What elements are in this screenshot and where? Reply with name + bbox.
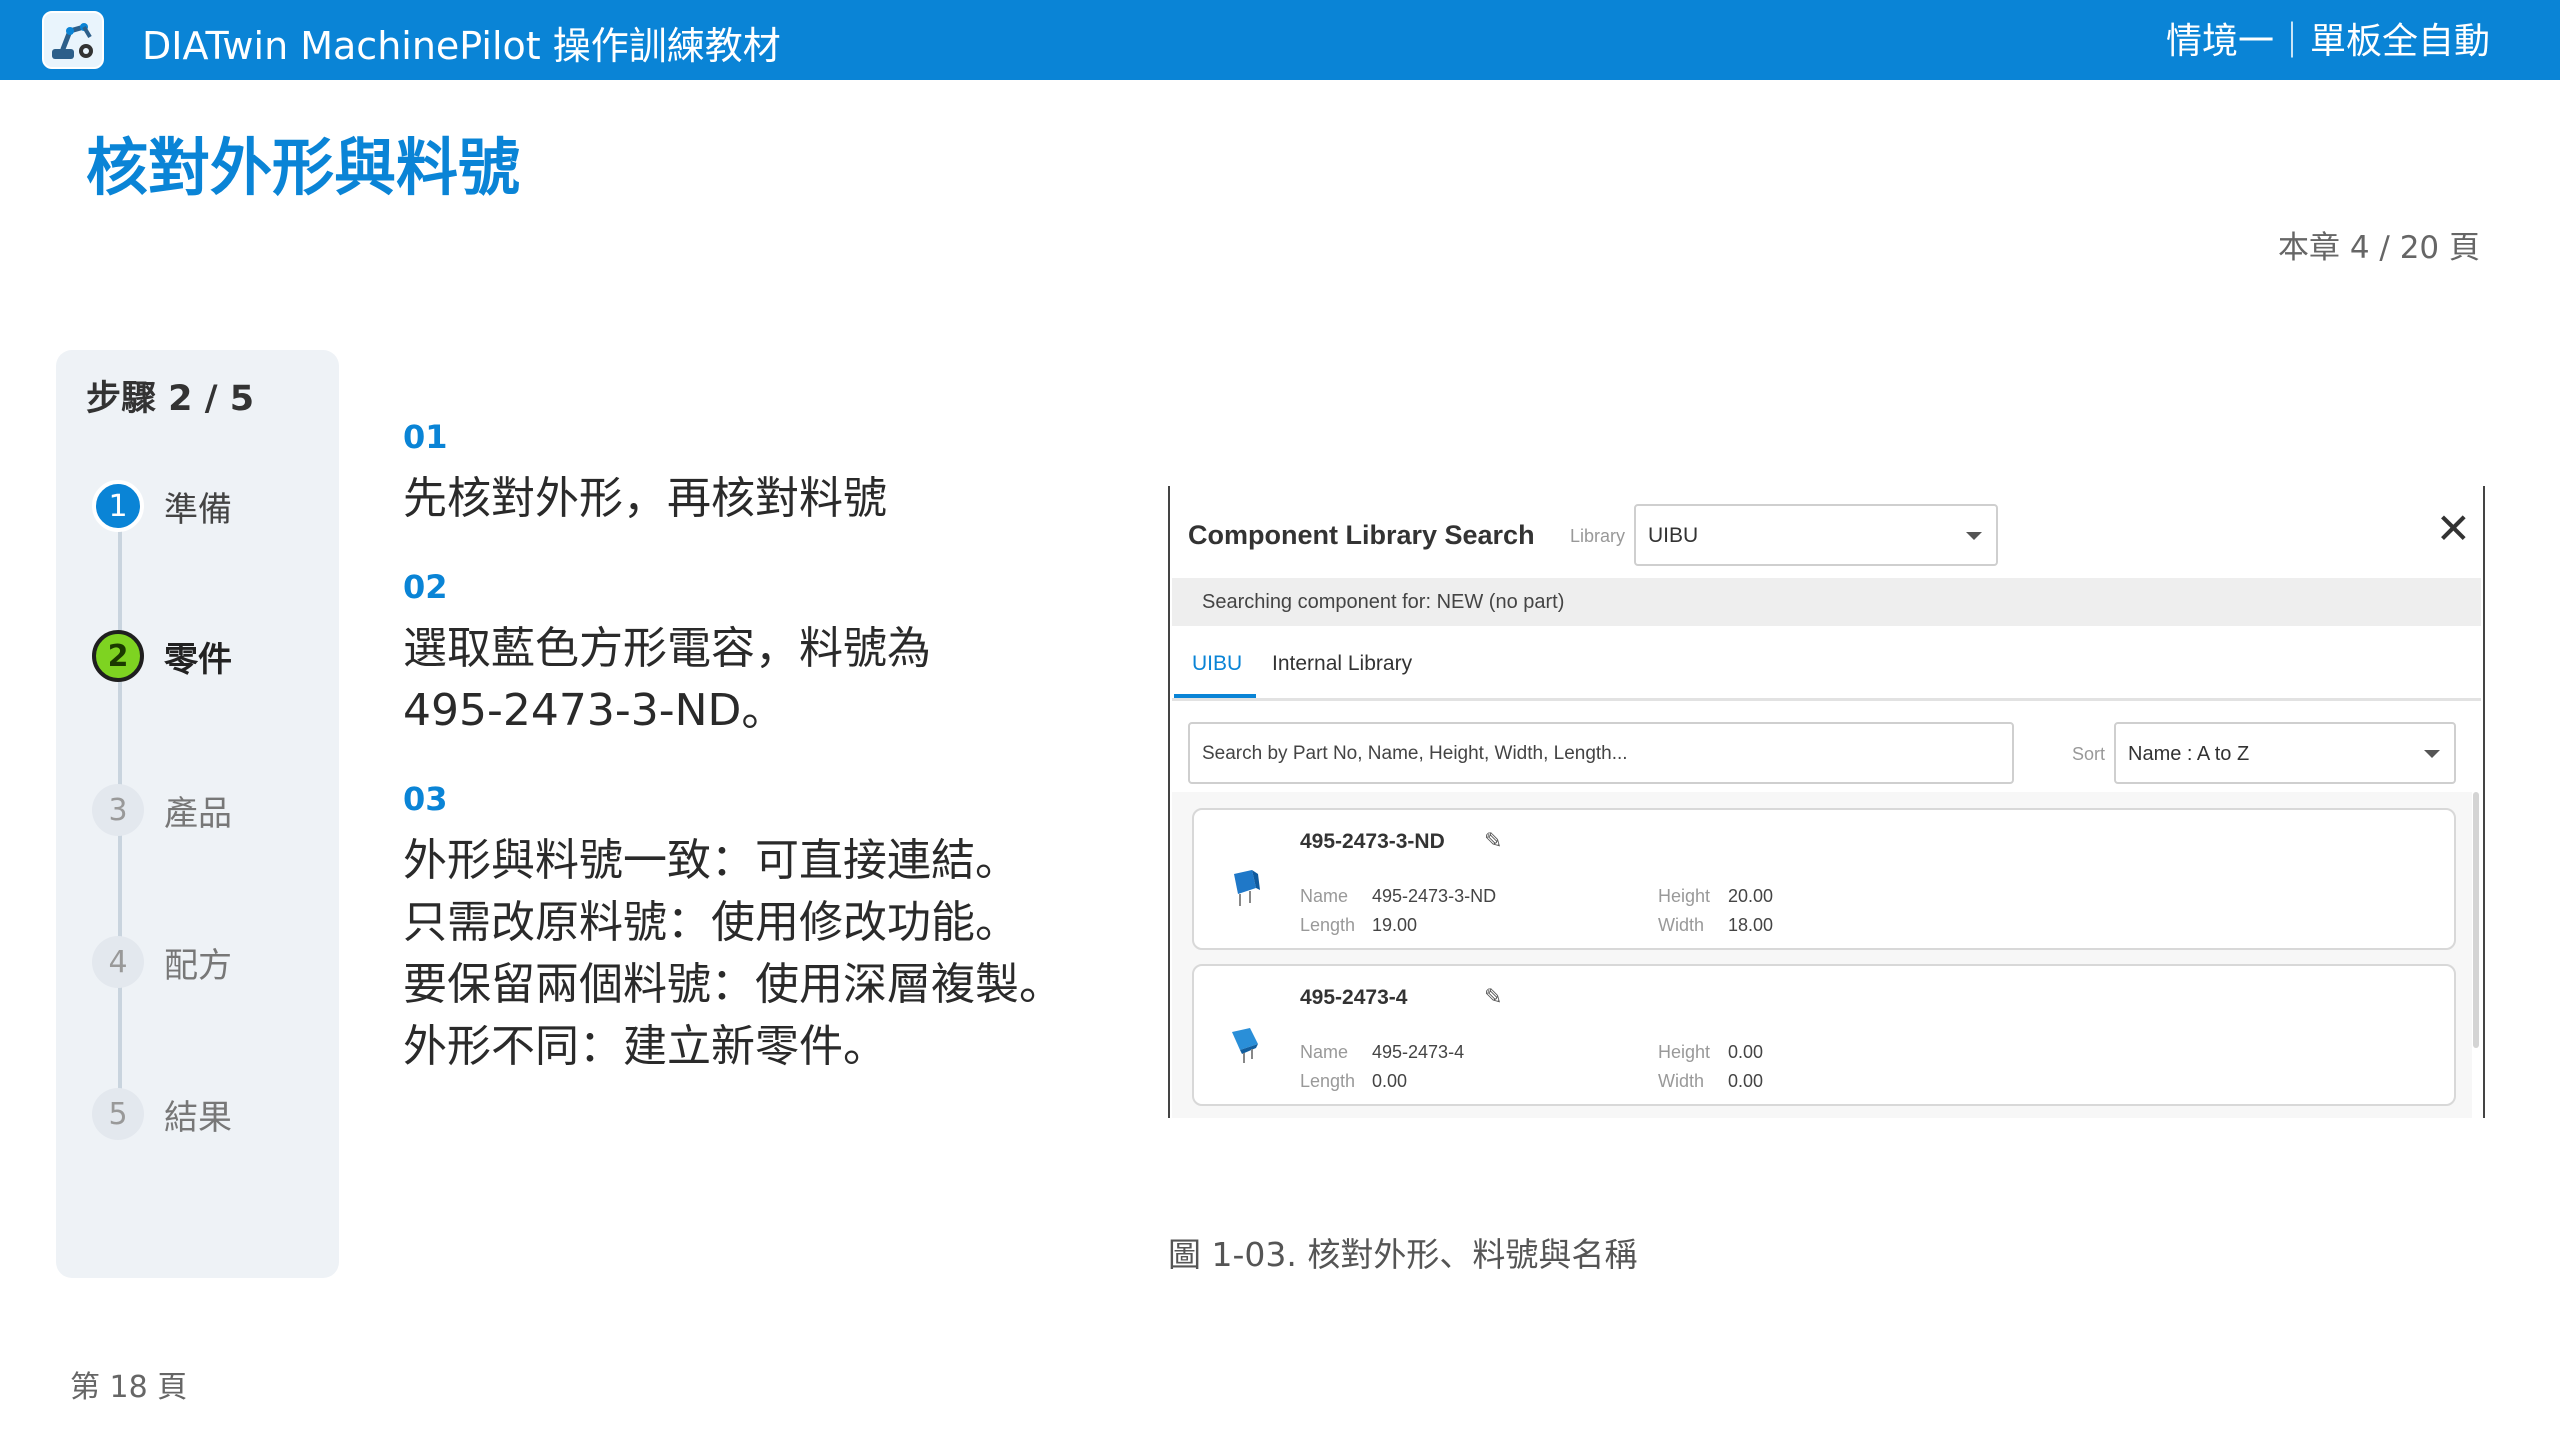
instruction-text: 先核對外形，再核對料號: [403, 468, 887, 530]
step-label: 準備: [164, 489, 232, 530]
instruction-text: 選取藍色方形電容，料號為 495-2473-3-ND。: [403, 618, 931, 742]
search-placeholder: Search by Part No, Name, Height, Width, …: [1202, 743, 1628, 764]
search-status-text: Searching component for: NEW (no part): [1202, 591, 1565, 613]
chevron-down-icon: [1966, 532, 1982, 540]
instruction-number: 01: [403, 418, 448, 456]
sort-value: Name : A to Z: [2128, 743, 2250, 765]
app-title: DIATwin MachinePilot 操作訓練教材: [142, 24, 781, 68]
field-label: Width: [1658, 915, 1705, 935]
instruction-line: 只需改原料號：使用修改功能。: [403, 897, 1019, 948]
instruction-line: 要保留兩個料號：使用深層複製。: [403, 959, 1063, 1010]
instruction-line: 外形與料號一致：可直接連結。: [403, 835, 1019, 886]
instruction-line: 外形不同：建立新零件。: [403, 1021, 887, 1072]
result-part-number: 495-2473-4: [1300, 986, 1408, 1009]
field-value: 19.00: [1372, 915, 1418, 935]
step-number: 2: [92, 630, 144, 682]
tab-internal-library[interactable]: Internal Library: [1272, 652, 1412, 676]
step-result[interactable]: 5 結果: [92, 1086, 232, 1142]
search-status-bar: Searching component for: NEW (no part): [1172, 578, 2481, 626]
field-value: 0.00: [1728, 1071, 1764, 1091]
results-scrollbar[interactable]: [2473, 792, 2479, 1048]
edit-icon[interactable]: ✎: [1484, 984, 1502, 1010]
field-value: 495-2473-3-ND: [1372, 886, 1497, 906]
step-product[interactable]: 3 產品: [92, 782, 232, 838]
step-label: 配方: [164, 945, 232, 986]
field-label: Height: [1658, 1042, 1711, 1062]
field-label: Name: [1300, 1042, 1349, 1062]
tab-divider: [1172, 698, 2481, 701]
field-label: Length: [1300, 915, 1356, 935]
field-value: 20.00: [1728, 886, 1774, 906]
dialog-title: Component Library Search: [1188, 520, 1535, 550]
instruction-line: 495-2473-3-ND。: [403, 685, 786, 736]
step-label: 零件: [164, 639, 232, 680]
step-prepare[interactable]: 1 準備: [92, 478, 232, 534]
page-title: 核對外形與料號: [86, 131, 521, 204]
result-part-number: 495-2473-3-ND: [1300, 830, 1445, 853]
field-value: 18.00: [1728, 915, 1774, 935]
instruction-line: 選取藍色方形電容，料號為: [403, 623, 931, 674]
step-label: 結果: [164, 1097, 232, 1138]
field-label: Length: [1300, 1071, 1356, 1091]
search-input[interactable]: Search by Part No, Name, Height, Width, …: [1188, 722, 2014, 784]
close-icon[interactable]: ✕: [2436, 508, 2471, 550]
instruction-number: 03: [403, 780, 448, 818]
result-card[interactable]: 495-2473-3-ND ✎ Name 495-2473-3-ND Lengt…: [1192, 808, 2456, 950]
active-tab-indicator: [1174, 694, 1256, 698]
robot-arm-logo-icon: [42, 11, 104, 69]
figure-caption: 圖 1-03. 核對外形、料號與名稱: [1168, 1235, 1638, 1274]
library-label: Library: [1570, 526, 1626, 546]
tab-uibu[interactable]: UIBU: [1192, 652, 1242, 676]
capacitor-icon: [1230, 868, 1260, 913]
library-select[interactable]: UIBU: [1634, 504, 1998, 566]
sort-select[interactable]: Name : A to Z: [2114, 722, 2456, 784]
field-value: 495-2473-4: [1372, 1042, 1465, 1062]
field-value: 0.00: [1372, 1071, 1408, 1091]
instruction-line: 先核對外形，再核對料號: [403, 473, 887, 524]
step-number: 4: [92, 936, 144, 988]
field-label: Width: [1658, 1071, 1705, 1091]
page-number: 第 18 頁: [70, 1370, 188, 1405]
sort-label: Sort: [2072, 744, 2106, 764]
step-sidebar: 步驟 2 / 5 1 準備 2 零件 3 產品 4 配方 5 結果: [56, 350, 339, 1278]
component-library-screenshot: Component Library Search Library UIBU ✕ …: [1168, 486, 2485, 1118]
edit-icon[interactable]: ✎: [1484, 828, 1502, 854]
library-value: UIBU: [1648, 524, 1699, 547]
chapter-progress: 本章 4 / 20 頁: [2277, 230, 2480, 266]
step-label: 產品: [164, 793, 232, 834]
step-number: 3: [92, 784, 144, 836]
scenario-label: 情境一｜單板全自動: [2165, 21, 2490, 62]
step-recipe[interactable]: 4 配方: [92, 934, 232, 990]
instruction-text: 外形與料號一致：可直接連結。 只需改原料號：使用修改功能。 要保留兩個料號：使用…: [403, 830, 1063, 1078]
capacitor-icon: [1230, 1024, 1260, 1069]
step-parts[interactable]: 2 零件: [92, 628, 232, 684]
step-count: 步驟 2 / 5: [86, 379, 255, 419]
instruction-number: 02: [403, 568, 448, 606]
field-label: Height: [1658, 886, 1711, 906]
chevron-down-icon: [2424, 750, 2440, 758]
step-number: 5: [92, 1088, 144, 1140]
top-bar: DIATwin MachinePilot 操作訓練教材 情境一｜單板全自動: [0, 0, 2560, 80]
field-label: Name: [1300, 886, 1349, 906]
step-number: 1: [92, 480, 144, 532]
result-card[interactable]: 495-2473-4 ✎ Name 495-2473-4 Length 0.00…: [1192, 964, 2456, 1106]
field-value: 0.00: [1728, 1042, 1764, 1062]
